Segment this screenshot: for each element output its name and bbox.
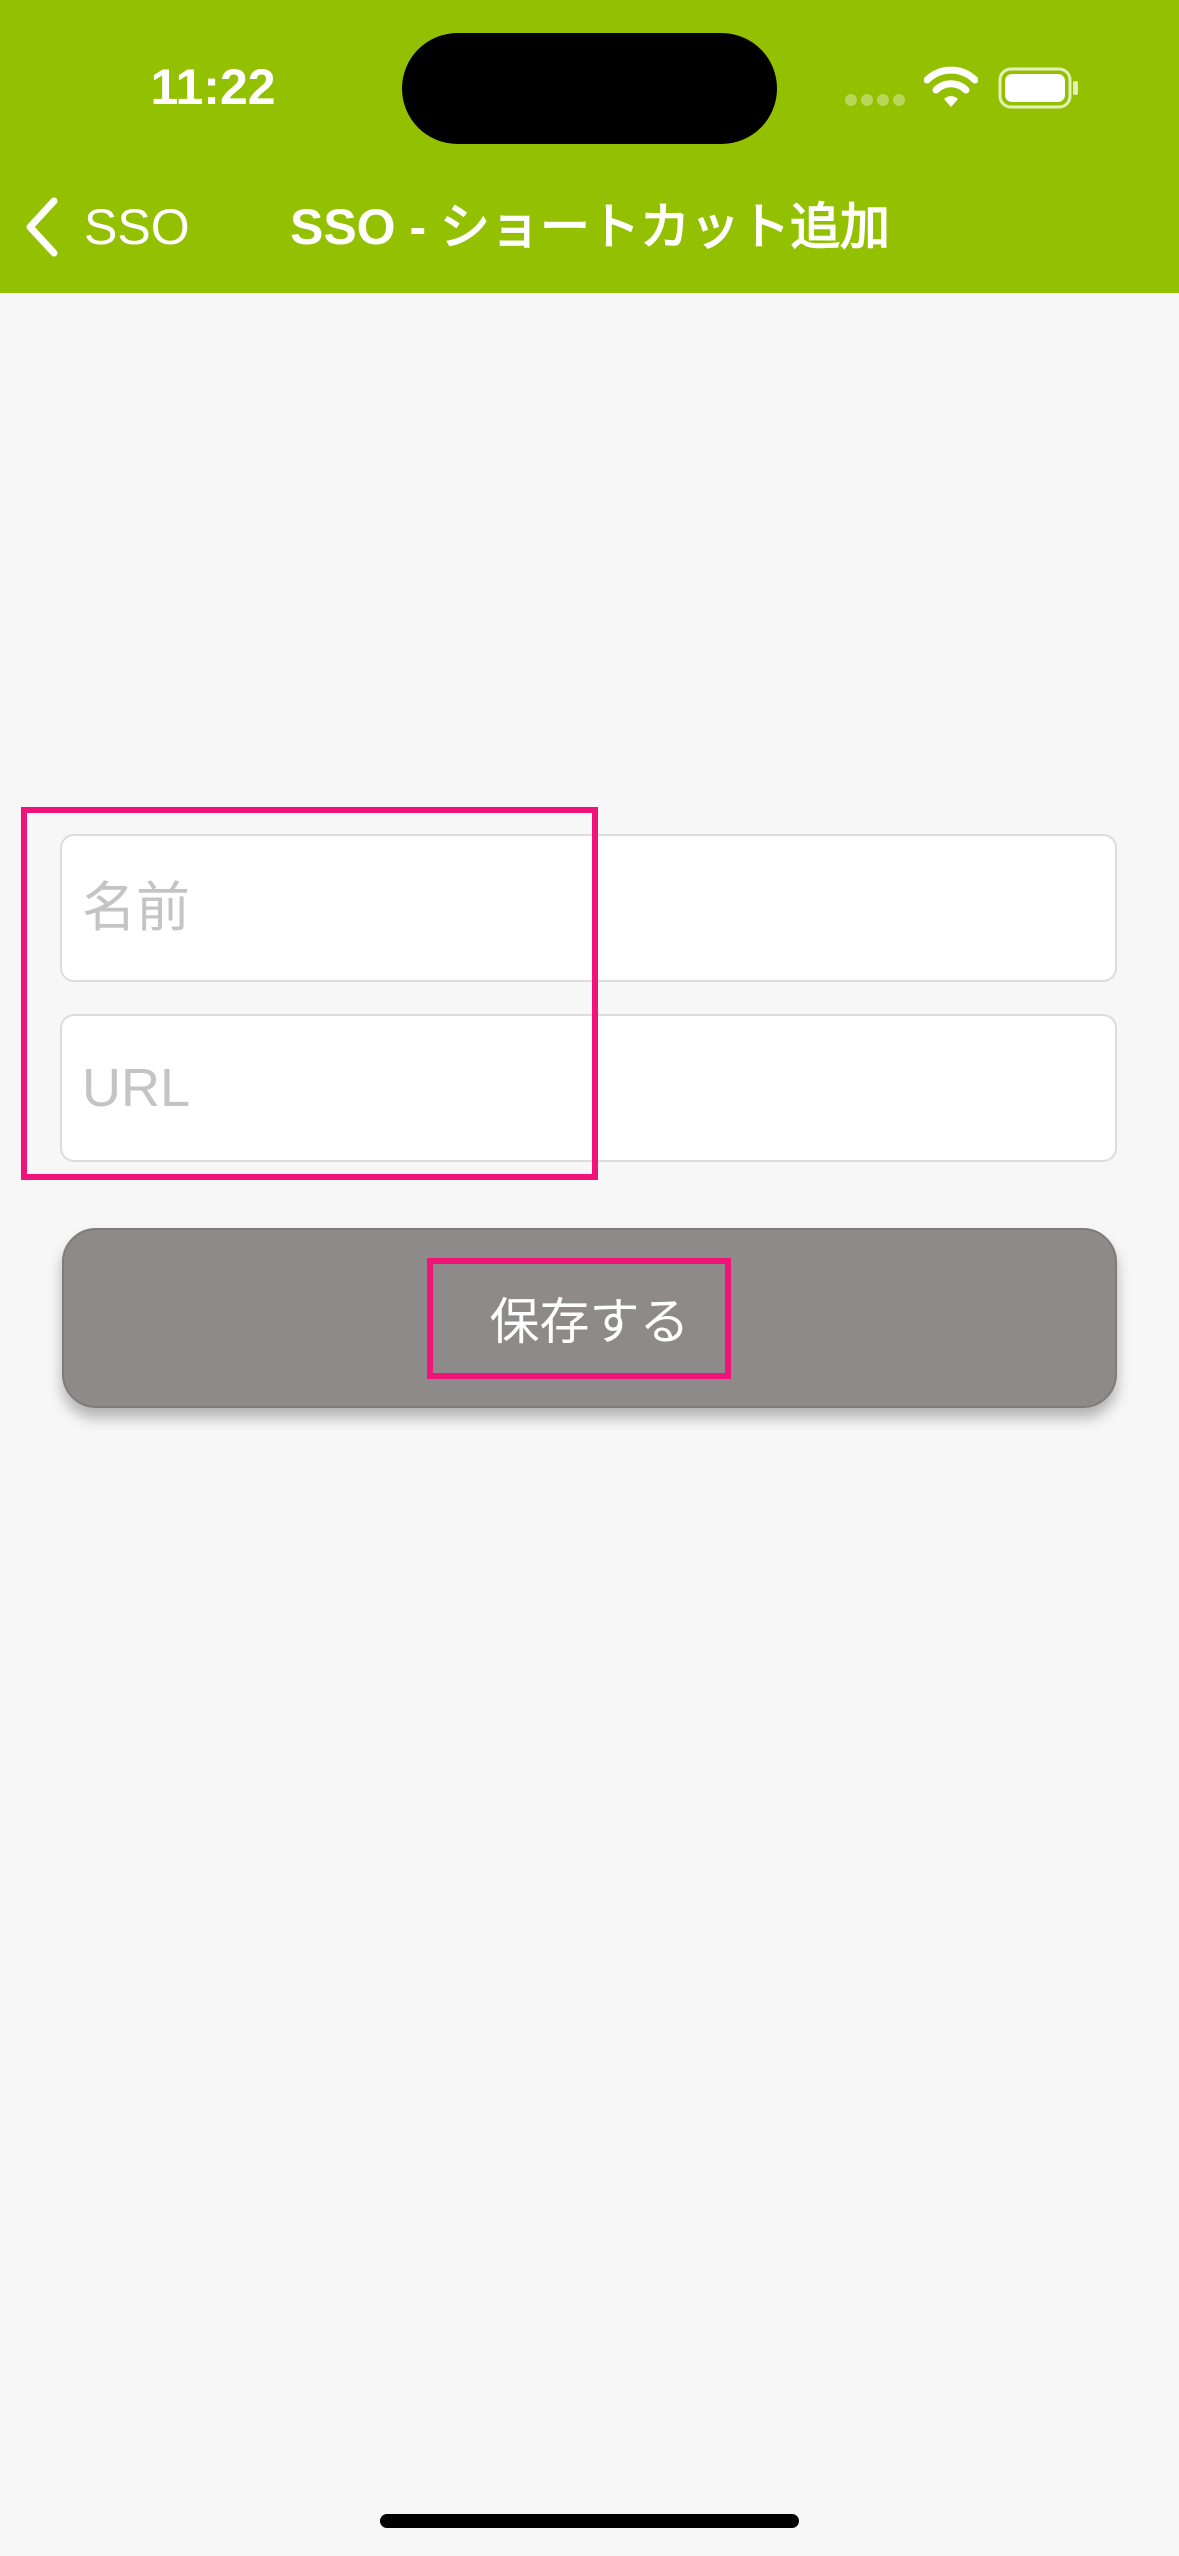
back-button[interactable]: SSO [22,192,197,262]
url-input[interactable] [62,1016,1115,1160]
navigation-header: 11:22 SSO SSO - ショートカット追加 [0,0,1179,293]
wifi-icon [924,66,978,107]
chevron-left-icon [26,197,58,257]
page-title: SSO - ショートカット追加 [289,199,891,255]
status-time: 11:22 [150,59,276,115]
home-indicator[interactable] [380,2514,799,2528]
save-button-label: 保存する [489,1294,690,1350]
dynamic-island [402,33,777,144]
cellular-signal-icon [845,94,905,108]
name-input[interactable] [62,836,1115,980]
name-field[interactable] [60,834,1117,982]
battery-icon [998,67,1078,109]
url-field[interactable] [60,1014,1117,1162]
back-label: SSO [84,199,190,255]
save-button[interactable]: 保存する [62,1228,1117,1408]
